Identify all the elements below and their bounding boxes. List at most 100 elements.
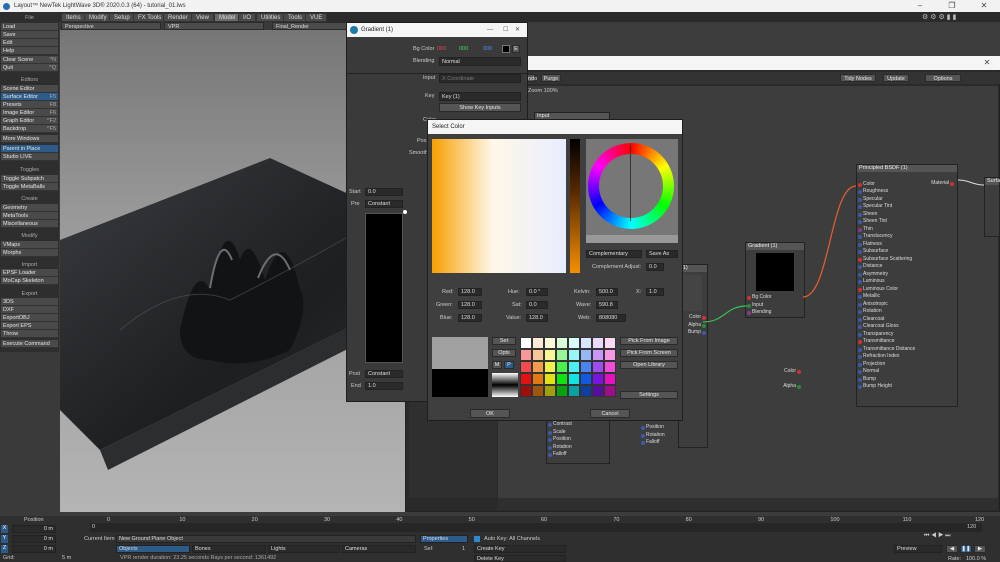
palette-swatch[interactable] bbox=[544, 373, 556, 385]
bg-color-green[interactable]: 000 bbox=[459, 46, 468, 52]
y-position-field[interactable]: 0 m bbox=[12, 535, 56, 543]
grayscale-swatch[interactable] bbox=[492, 373, 518, 397]
palette-swatch[interactable] bbox=[544, 361, 556, 373]
gradient-alpha-output[interactable]: Alpha bbox=[744, 383, 802, 391]
color-wheel-panel[interactable] bbox=[586, 139, 678, 243]
key-dropdown[interactable]: Key (1) bbox=[439, 92, 521, 101]
gradient-color-output[interactable]: Color bbox=[744, 368, 802, 376]
complement-adjust-field[interactable]: 0.0 bbox=[646, 263, 664, 271]
bg-color-envelope-button[interactable]: E bbox=[512, 45, 520, 53]
frame-slider[interactable] bbox=[90, 523, 982, 532]
blue-field[interactable]: 128.0 bbox=[458, 314, 482, 322]
blending-dropdown[interactable]: Normal bbox=[439, 57, 521, 66]
set-button[interactable]: Set bbox=[492, 337, 516, 345]
tab-utilities[interactable]: Utilities bbox=[256, 13, 286, 22]
cancel-button[interactable]: Cancel bbox=[590, 409, 630, 418]
palette-swatch[interactable] bbox=[568, 349, 580, 361]
parent-in-place-button[interactable]: Parent in Place bbox=[1, 145, 58, 153]
palette-swatch[interactable] bbox=[556, 373, 568, 385]
gradient-key-handle[interactable] bbox=[403, 210, 407, 214]
dxf-button[interactable]: DXF bbox=[1, 306, 58, 314]
palette-swatch[interactable] bbox=[544, 385, 556, 397]
color-palette[interactable] bbox=[520, 337, 616, 397]
rotation-port[interactable]: Rotation bbox=[547, 444, 609, 452]
z-position-field[interactable]: 0 m bbox=[12, 545, 56, 553]
bsdf-input-bump-height[interactable]: Bump Height bbox=[857, 383, 957, 391]
preview-dropdown[interactable]: Preview bbox=[894, 545, 942, 553]
play-button[interactable]: ▶ bbox=[974, 545, 986, 553]
tab-items[interactable]: Items bbox=[61, 13, 86, 22]
palette-swatch[interactable] bbox=[604, 373, 616, 385]
tab-fx-tools[interactable]: FX Tools bbox=[133, 13, 167, 22]
palette-swatch[interactable] bbox=[544, 349, 556, 361]
miscellaneous-button[interactable]: Miscellaneous bbox=[1, 220, 58, 228]
rotation-port-b[interactable]: Rotation bbox=[640, 432, 680, 440]
post-dropdown[interactable]: Constant bbox=[365, 370, 403, 378]
settings-button[interactable]: Settings bbox=[620, 391, 678, 399]
epsf-loader-button[interactable]: EPSF Loader bbox=[1, 269, 58, 277]
tab-vue[interactable]: VUE bbox=[305, 13, 328, 22]
metatools-button[interactable]: MetaTools bbox=[1, 212, 58, 220]
scale-port[interactable]: Scale bbox=[547, 429, 609, 437]
palette-swatch[interactable] bbox=[544, 337, 556, 349]
minimize-icon[interactable]: – bbox=[906, 0, 934, 12]
bsdf-input-refraction-index[interactable]: Refraction Index bbox=[857, 353, 957, 361]
tidy-nodes-button[interactable]: Tidy Nodes bbox=[840, 74, 876, 82]
lights-button[interactable]: Lights bbox=[268, 545, 340, 553]
palette-swatch[interactable] bbox=[520, 337, 532, 349]
palette-swatch[interactable] bbox=[532, 385, 544, 397]
bsdf-input-bump[interactable]: Bump bbox=[857, 376, 957, 384]
bsdf-input-projection[interactable]: Projection bbox=[857, 361, 957, 369]
current-item-dropdown[interactable]: New Ground Plane Object bbox=[116, 535, 416, 543]
contrast-port[interactable]: Contrast bbox=[547, 421, 609, 429]
objects-button[interactable]: Objects bbox=[116, 545, 190, 553]
kelvin-field[interactable]: 500.0 bbox=[596, 288, 618, 296]
palette-swatch[interactable] bbox=[580, 385, 592, 397]
pick-from-screen-button[interactable]: Pick From Screen bbox=[620, 349, 678, 357]
transform-node-b[interactable]: Position Rotation Falloff bbox=[640, 424, 680, 448]
create-key-button[interactable]: Create Key bbox=[474, 545, 566, 553]
presets-button[interactable]: Presets F8 bbox=[1, 101, 58, 109]
m-button[interactable]: M bbox=[492, 361, 502, 369]
geometry-button[interactable]: Geometry bbox=[1, 204, 58, 212]
palette-swatch[interactable] bbox=[568, 373, 580, 385]
exportobj-button[interactable]: ExportOBJ bbox=[1, 314, 58, 322]
close-icon[interactable]: ✕ bbox=[970, 0, 998, 12]
restore-icon[interactable]: ❐ bbox=[938, 0, 966, 12]
quit-button[interactable]: Quit ^Q bbox=[1, 64, 58, 72]
step-back-button[interactable]: ◀ bbox=[946, 545, 958, 553]
tab-tools[interactable]: Tools bbox=[283, 13, 308, 22]
palette-swatch[interactable] bbox=[604, 361, 616, 373]
bsdf-input-normal[interactable]: Normal bbox=[857, 368, 957, 376]
palette-swatch[interactable] bbox=[556, 361, 568, 373]
palette-swatch[interactable] bbox=[568, 361, 580, 373]
falloff-port-b[interactable]: Falloff bbox=[640, 439, 680, 447]
end-frame-field[interactable]: 120 bbox=[967, 524, 976, 530]
gradient-minimize-icon[interactable]: — bbox=[487, 23, 493, 37]
gradient-bar[interactable] bbox=[365, 213, 403, 363]
palette-swatch[interactable] bbox=[556, 385, 568, 397]
palette-swatch[interactable] bbox=[580, 337, 592, 349]
transform-node-a[interactable]: Contrast Scale Position Rotation Falloff bbox=[546, 420, 610, 464]
x-position-field[interactable]: 0 m bbox=[12, 525, 56, 533]
toggle-subpatch-button[interactable]: Toggle Subpatch bbox=[1, 175, 58, 183]
edit-button[interactable]: Edit bbox=[1, 39, 58, 47]
palette-swatch[interactable] bbox=[532, 361, 544, 373]
bg-color-swatch[interactable] bbox=[502, 45, 510, 53]
pause-button[interactable]: ❚❚ bbox=[960, 545, 972, 553]
palette-swatch[interactable] bbox=[556, 337, 568, 349]
backdrop-button[interactable]: Backdrop ^F5 bbox=[1, 125, 58, 133]
show-key-inputs-button[interactable]: Show Key Inputs bbox=[439, 103, 521, 112]
palette-swatch[interactable] bbox=[520, 349, 532, 361]
palette-swatch[interactable] bbox=[520, 373, 532, 385]
purge-button[interactable]: Purge bbox=[541, 74, 561, 82]
palette-swatch[interactable] bbox=[580, 349, 592, 361]
bsdf-input-transmittance-distance[interactable]: Transmittance Distance bbox=[857, 346, 957, 354]
cameras-button[interactable]: Cameras bbox=[342, 545, 416, 553]
start-frame-field[interactable]: 0 bbox=[92, 524, 95, 530]
gradient-close-icon[interactable]: ✕ bbox=[515, 23, 520, 37]
tab-modify[interactable]: Modify bbox=[84, 13, 112, 22]
clear-scene-button[interactable]: Clear Scene ^N bbox=[1, 56, 58, 64]
save-button[interactable]: Save bbox=[1, 31, 58, 39]
web-field[interactable]: 808080 bbox=[596, 314, 626, 322]
